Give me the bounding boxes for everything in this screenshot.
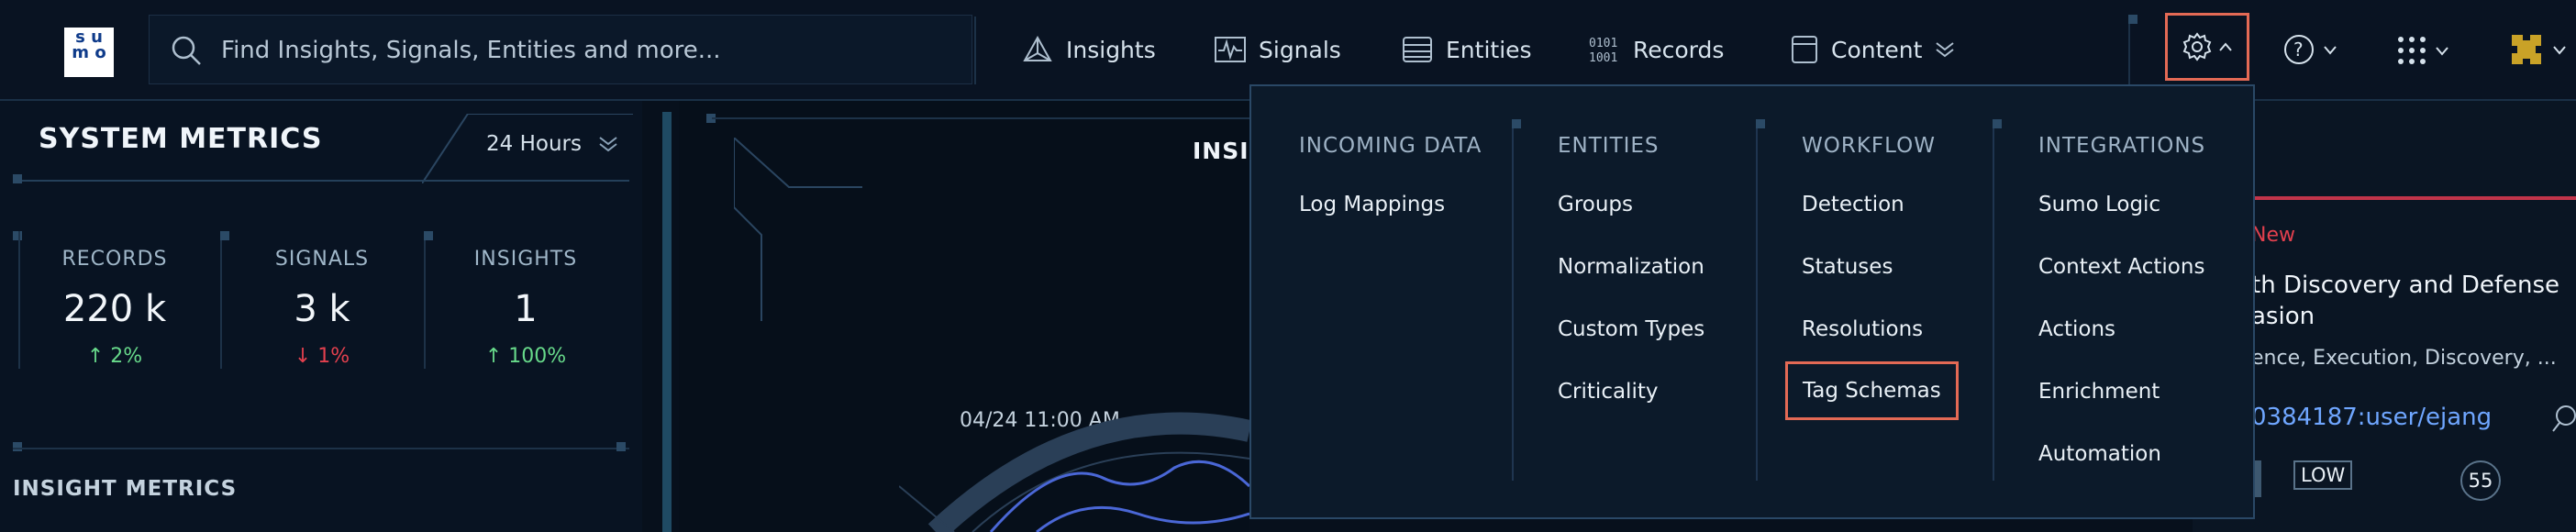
- signals-delta-value: 1%: [317, 345, 350, 368]
- chevron-down-icon: [2324, 46, 2337, 55]
- svg-text:0101: 0101: [1589, 37, 1617, 50]
- records-icon: 0101 1001: [1589, 37, 1617, 65]
- records-metric-label: RECORDS: [61, 248, 168, 271]
- nav-content[interactable]: Content: [1791, 31, 1955, 68]
- nav-records[interactable]: 0101 1001 Records: [1589, 31, 1724, 68]
- sumo-logo[interactable]: s um o: [64, 28, 114, 77]
- insight-title-line2: asion: [2251, 303, 2315, 330]
- entities-icon: [1403, 37, 1432, 62]
- menu-item-context-actions[interactable]: Context Actions: [2038, 255, 2204, 279]
- chevron-up-icon: [2219, 42, 2232, 51]
- signals-icon: [1215, 37, 1246, 62]
- signals-metric-value: 3 k: [294, 288, 350, 330]
- menu-item-sumo-logic[interactable]: Sumo Logic: [2038, 193, 2160, 216]
- signals-metric-label: SIGNALS: [274, 248, 370, 271]
- signals-metric-delta: ↓ 1%: [235, 345, 409, 368]
- insights-metric-delta: ↑ 100%: [439, 345, 613, 368]
- menu-item-actions[interactable]: Actions: [2038, 317, 2115, 341]
- insights-metric-label: INSIGHTS: [473, 248, 578, 271]
- records-metric-delta: ↑ 2%: [28, 345, 202, 368]
- insight-entity-link[interactable]: 0384187:user/ejang: [2251, 404, 2492, 431]
- settings-dropdown: INCOMING DATA Log Mappings ENTITIES Grou…: [1249, 84, 2255, 519]
- menu-item-groups[interactable]: Groups: [1558, 193, 1633, 216]
- menu-item-tag-schemas[interactable]: Tag Schemas: [1785, 361, 1959, 420]
- user-menu-button[interactable]: [2508, 31, 2567, 68]
- help-menu-button[interactable]: ?: [2282, 33, 2337, 66]
- nav-insights-label: Insights: [1066, 36, 1156, 63]
- panel-divider: [662, 112, 672, 532]
- arrow-down-icon: ↓: [294, 345, 312, 368]
- time-range-dropdown[interactable]: 24 Hours: [486, 132, 618, 156]
- records-metric-value: 220 k: [62, 288, 167, 330]
- decorative-bracket: [734, 138, 862, 321]
- insights-delta-value: 100%: [508, 345, 567, 368]
- chevron-down-icon: [2553, 46, 2566, 55]
- double-chevron-down-icon: [1936, 42, 1955, 58]
- gear-icon: [2182, 32, 2212, 61]
- menu-item-custom-types[interactable]: Custom Types: [1558, 317, 1704, 341]
- svg-text:1001: 1001: [1589, 51, 1617, 65]
- insight-title-line1: th Discovery and Defense: [2251, 272, 2560, 299]
- menu-item-criticality[interactable]: Criticality: [1558, 380, 1658, 404]
- settings-button[interactable]: [2165, 13, 2249, 81]
- insight-metrics-title: INSIGHT METRICS: [13, 477, 238, 501]
- insights-icon: [1023, 35, 1052, 61]
- nav-content-label: Content: [1831, 36, 1923, 63]
- risk-score: 55: [2460, 460, 2501, 501]
- menu-item-enrichment[interactable]: Enrichment: [2038, 380, 2160, 404]
- global-search[interactable]: [149, 15, 972, 84]
- severity-badge: LOW: [2293, 460, 2353, 490]
- insight-radar-panel: INSIG 04/24 11:00 AM: [679, 101, 1268, 532]
- content-icon: [1792, 36, 1817, 63]
- apps-menu-button[interactable]: [2396, 35, 2449, 66]
- menu-item-detection[interactable]: Detection: [1802, 193, 1904, 216]
- menu-item-normalization[interactable]: Normalization: [1558, 255, 1704, 279]
- insight-status: New: [2251, 224, 2295, 247]
- menu-item-resolutions[interactable]: Resolutions: [1802, 317, 1923, 341]
- arrow-up-icon: ↑: [86, 345, 105, 368]
- insight-tactics: ence, Execution, Discovery, ...: [2251, 347, 2557, 370]
- insights-metric-value: 1: [514, 288, 538, 330]
- divider: [13, 448, 629, 449]
- user-avatar-icon: [2512, 35, 2541, 64]
- search-input[interactable]: [219, 34, 938, 67]
- nav-records-label: Records: [1633, 36, 1725, 63]
- menu-item-statuses[interactable]: Statuses: [1802, 255, 1893, 279]
- radar-chart: [899, 412, 1249, 532]
- system-metrics-panel: SYSTEM METRICS 24 Hours RECORDS 220 k ↑ …: [0, 101, 642, 532]
- svg-text:?: ?: [2293, 39, 2304, 61]
- incoming-data-heading: INCOMING DATA: [1299, 134, 1482, 158]
- entities-heading: ENTITIES: [1558, 134, 1660, 158]
- nav-signals-label: Signals: [1259, 36, 1341, 63]
- search-icon: [172, 36, 201, 65]
- divider: [13, 180, 629, 182]
- nav-entities-label: Entities: [1446, 36, 1532, 63]
- time-range-value: 24 Hours: [486, 132, 582, 156]
- records-delta-value: 2%: [110, 345, 143, 368]
- workflow-heading: WORKFLOW: [1802, 134, 1936, 158]
- search-icon[interactable]: [2552, 404, 2576, 435]
- menu-item-log-mappings[interactable]: Log Mappings: [1299, 193, 1445, 216]
- menu-item-automation[interactable]: Automation: [2038, 442, 2161, 466]
- help-icon: ?: [2284, 35, 2314, 64]
- nav-insights[interactable]: Insights: [1022, 31, 1156, 68]
- arrow-up-icon: ↑: [484, 345, 503, 368]
- system-metrics-title: SYSTEM METRICS: [39, 123, 323, 155]
- integrations-heading: INTEGRATIONS: [2038, 134, 2206, 158]
- double-chevron-down-icon: [599, 137, 617, 152]
- chevron-down-icon: [2436, 47, 2448, 56]
- app-grid-icon: [2398, 37, 2426, 64]
- nav-entities[interactable]: Entities: [1402, 31, 1532, 68]
- nav-signals[interactable]: Signals: [1215, 31, 1341, 68]
